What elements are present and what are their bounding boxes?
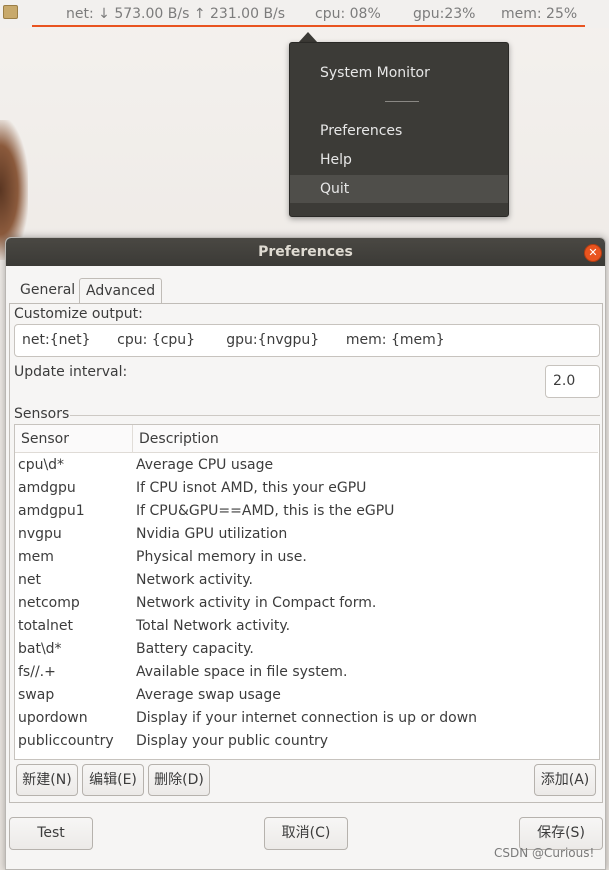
cancel-button[interactable]: 取消(C) [264,817,348,850]
table-row[interactable]: totalnet Total Network activity. [15,616,598,639]
close-icon[interactable]: ✕ [584,244,602,262]
tab-general[interactable]: General [14,278,81,304]
update-interval-field[interactable]: 2.0 [545,365,600,398]
description-cell: Average CPU usage [136,457,274,473]
panel-accent-line [32,25,585,27]
mem-indicator[interactable]: mem: 25% [501,6,577,22]
description-cell: Battery capacity. [136,641,254,657]
table-row[interactable]: amdgpu If CPU isnot AMD, this your eGPU [15,478,598,501]
preferences-window: Preferences ✕ General Advanced Customize… [5,237,606,870]
gpu-indicator[interactable]: gpu:23% [413,6,475,22]
indicator-menu: System Monitor Preferences Help Quit [289,42,509,217]
window-title: Preferences [258,244,353,260]
sensors-table-header: Sensor Description [15,425,598,453]
net-indicator[interactable]: net: ↓ 573.00 B/s ↑ 231.00 B/s [66,6,285,22]
customize-output-field[interactable]: net:{net} cpu: {cpu} gpu:{nvgpu} mem: {m… [14,324,600,357]
add-button[interactable]: 添加(A) [534,764,596,796]
description-cell: If CPU&GPU==AMD, this is the eGPU [136,503,395,519]
table-row[interactable]: netcomp Network activity in Compact form… [15,593,598,616]
column-header-sensor[interactable]: Sensor [21,425,69,453]
new-button[interactable]: 新建(N) [16,764,78,796]
description-cell: Nvidia GPU utilization [136,526,288,542]
sensor-cell: net [18,572,41,588]
sensor-cell: amdgpu1 [18,503,85,519]
table-row[interactable]: nvgpu Nvidia GPU utilization [15,524,598,547]
menu-item-quit[interactable]: Quit [290,175,508,203]
description-cell: Network activity. [136,572,253,588]
tab-panel-advanced: Customize output: net:{net} cpu: {cpu} g… [9,303,603,803]
table-row[interactable]: fs//.+ Available space in file system. [15,662,598,685]
watermark: CSDN @Curious! [494,846,595,860]
test-button[interactable]: Test [9,817,93,850]
cpu-indicator[interactable]: cpu: 08% [315,6,381,22]
description-cell: Available space in file system. [136,664,348,680]
table-row[interactable]: mem Physical memory in use. [15,547,598,570]
description-cell: If CPU isnot AMD, this your eGPU [136,480,367,496]
sensor-cell: cpu\d* [18,457,65,473]
description-cell: Total Network activity. [136,618,291,634]
sensor-cell: netcomp [18,595,80,611]
sensor-cell: totalnet [18,618,73,634]
sensors-frame-label: Sensors [14,406,70,422]
delete-button[interactable]: 删除(D) [148,764,210,796]
window-titlebar[interactable]: Preferences ✕ [6,238,605,266]
menu-title-system-monitor[interactable]: System Monitor [290,59,508,87]
indicator-app-icon[interactable] [3,5,18,19]
sensor-cell: swap [18,687,55,703]
sensor-cell: mem [18,549,54,565]
tab-advanced[interactable]: Advanced [79,278,163,304]
table-row[interactable]: bat\d* Battery capacity. [15,639,598,662]
description-cell: Display your public country [136,733,329,749]
description-cell: Average swap usage [136,687,281,703]
sensor-cell: nvgpu [18,526,62,542]
sensor-cell: publiccountry [18,733,114,749]
description-cell: Display if your internet connection is u… [136,710,478,726]
menu-item-help[interactable]: Help [290,146,508,174]
column-header-description[interactable]: Description [139,425,219,453]
top-panel: net: ↓ 573.00 B/s ↑ 231.00 B/s cpu: 08% … [0,0,609,28]
sensor-cell: amdgpu [18,480,76,496]
description-cell: Physical memory in use. [136,549,307,565]
column-separator [132,425,133,453]
customize-output-label: Customize output: [14,306,143,322]
edit-button[interactable]: 编辑(E) [82,764,144,796]
sensors-frame-border [70,415,600,416]
sensor-cell: fs//.+ [18,664,56,680]
description-cell: Network activity in Compact form. [136,595,377,611]
sensor-cell: upordown [18,710,88,726]
menu-separator [385,101,419,102]
sensor-cell: bat\d* [18,641,62,657]
table-row[interactable]: amdgpu1 If CPU&GPU==AMD, this is the eGP… [15,501,598,524]
sensors-table[interactable]: Sensor Description cpu\d* Average CPU us… [14,424,600,760]
table-row[interactable]: cpu\d* Average CPU usage [15,455,598,478]
table-row[interactable]: net Network activity. [15,570,598,593]
menu-item-preferences[interactable]: Preferences [290,117,508,145]
update-interval-label: Update interval: [14,364,128,380]
table-row[interactable]: upordown Display if your internet connec… [15,708,598,731]
table-row[interactable]: swap Average swap usage [15,685,598,708]
table-row[interactable]: publiccountry Display your public countr… [15,731,598,754]
